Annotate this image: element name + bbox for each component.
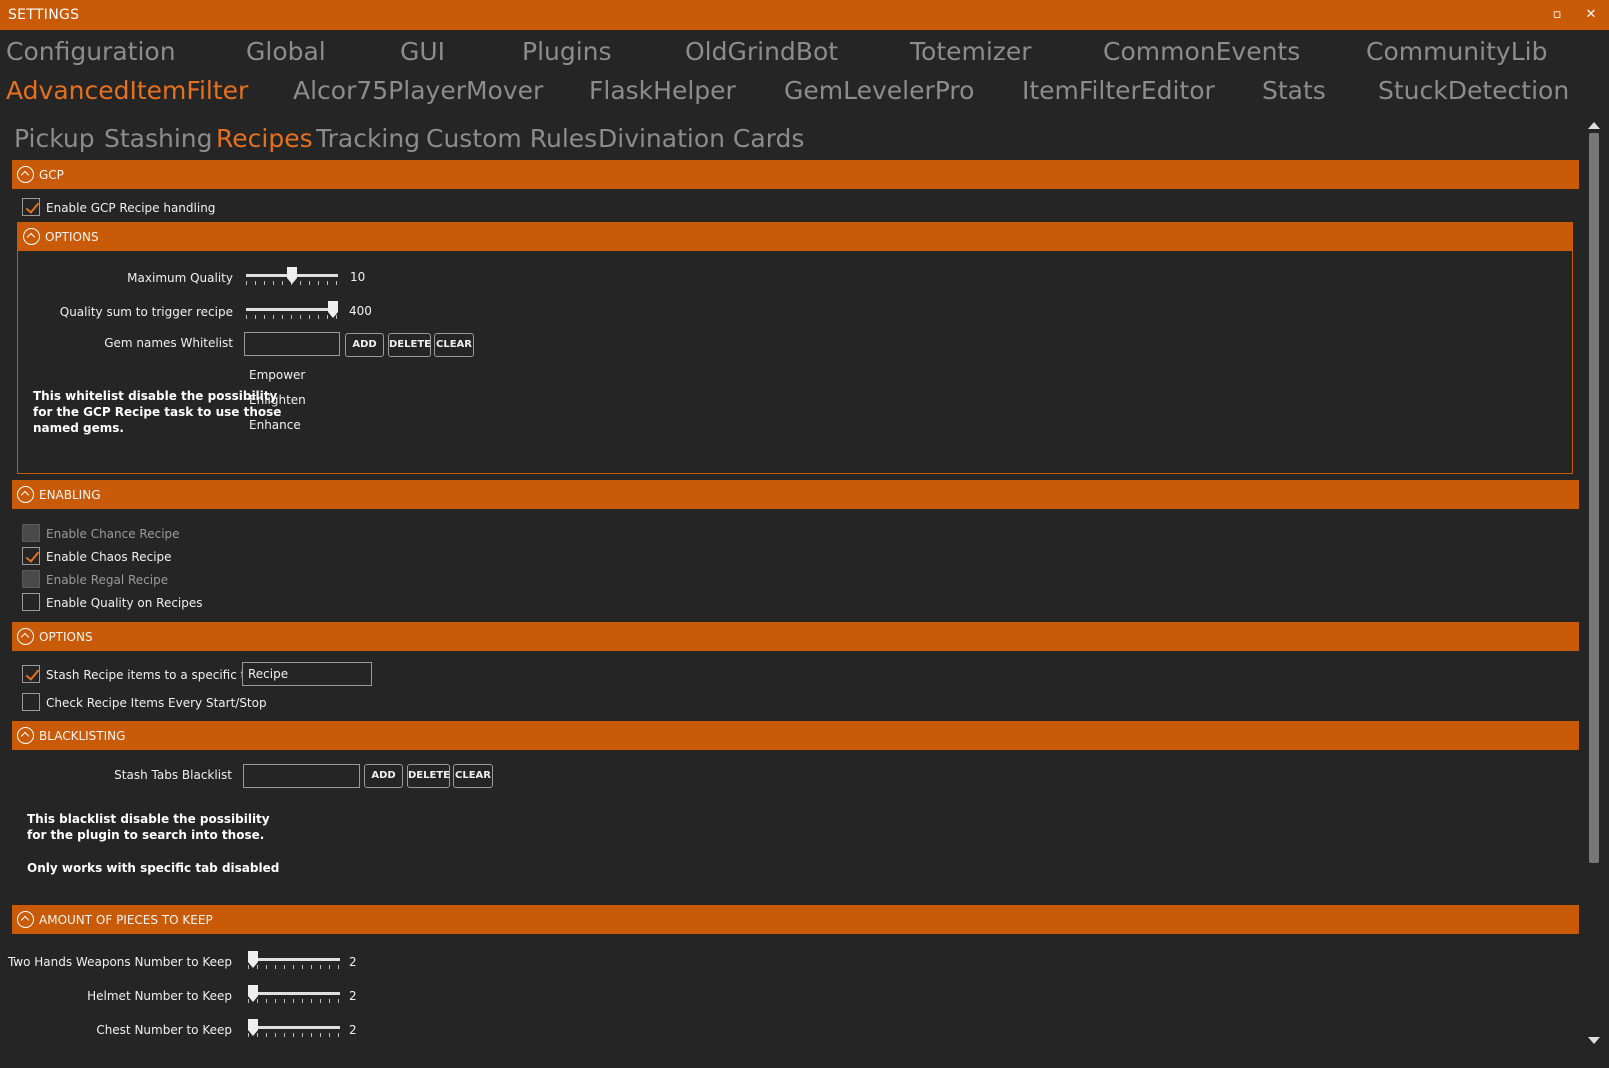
blacklist-note-specific-tab: Only works with specific tab disabled	[27, 861, 280, 875]
enable-chaos-recipe-label: Enable Chaos Recipe	[46, 550, 172, 564]
stash-tab-input[interactable]: Recipe	[242, 662, 372, 686]
chevron-up-icon[interactable]	[17, 911, 34, 928]
plugin-tab-itemfiltereditor[interactable]: ItemFilterEditor	[1022, 76, 1215, 106]
two-hands-value: 2	[349, 955, 357, 969]
maximize-icon[interactable]: ▫	[1546, 4, 1568, 26]
tab-pickup[interactable]: Pickup	[14, 124, 95, 154]
stash-tabs-blacklist-input[interactable]	[243, 764, 360, 788]
enable-quality-recipes-checkbox[interactable]	[22, 593, 40, 611]
quality-sum-slider[interactable]	[246, 301, 338, 323]
chevron-up-icon[interactable]	[17, 628, 34, 645]
plugin-tab-advanceditemfilter[interactable]: AdvancedItemFilter	[6, 76, 248, 106]
whitelist-add-button[interactable]: ADD	[345, 333, 384, 357]
whitelist-delete-button[interactable]: DELETE	[388, 333, 431, 357]
plugin-tab-gemlevelerpro[interactable]: GemLevelerPro	[784, 76, 974, 106]
quality-sum-value: 400	[349, 304, 372, 318]
check-recipe-items-checkbox[interactable]	[22, 693, 40, 711]
tab-recipes[interactable]: Recipes	[216, 124, 313, 154]
chevron-up-icon[interactable]	[17, 166, 34, 183]
plugin-tab-communitylib[interactable]: CommunityLib	[1366, 37, 1547, 67]
blacklist-add-button[interactable]: ADD	[364, 764, 403, 788]
blacklist-clear-button[interactable]: CLEAR	[453, 764, 493, 788]
tab-custom-rules[interactable]: Custom Rules	[426, 124, 597, 154]
chevron-up-icon[interactable]	[17, 486, 34, 503]
chest-value: 2	[349, 1023, 357, 1037]
plugin-tab-global[interactable]: Global	[246, 37, 326, 67]
plugin-tab-stats[interactable]: Stats	[1262, 76, 1326, 106]
tab-tracking[interactable]: Tracking	[316, 124, 420, 154]
tab-divination-cards[interactable]: Divination Cards	[598, 124, 804, 154]
window-title: SETTINGS	[8, 7, 80, 23]
chevron-up-icon[interactable]	[17, 727, 34, 744]
scrollbar-thumb[interactable]	[1589, 133, 1599, 863]
plugin-tab-stuckdetection[interactable]: StuckDetection	[1378, 76, 1569, 106]
chest-label: Chest Number to Keep	[96, 1023, 232, 1037]
max-quality-label: Maximum Quality	[127, 271, 233, 285]
two-hands-label: Two Hands Weapons Number to Keep	[7, 955, 232, 969]
gcp-options-header[interactable]: OPTIONS	[18, 222, 1572, 251]
quality-sum-label: Quality sum to trigger recipe	[59, 305, 233, 319]
stash-recipe-checkbox[interactable]	[22, 665, 40, 683]
blacklisting-section-header[interactable]: BLACKLISTING	[12, 721, 1579, 750]
whitelist-input[interactable]	[244, 332, 340, 356]
plugin-tab-oldgrindbot[interactable]: OldGrindBot	[685, 37, 838, 67]
whitelist-clear-button[interactable]: CLEAR	[434, 333, 474, 357]
chevron-up-icon[interactable]	[23, 228, 40, 245]
whitelist-label: Gem names Whitelist	[104, 336, 233, 350]
enable-chaos-recipe-checkbox[interactable]	[22, 547, 40, 565]
blacklist-delete-button[interactable]: DELETE	[407, 764, 450, 788]
enable-gcp-label: Enable GCP Recipe handling	[46, 201, 216, 215]
gcp-section-header[interactable]: GCP	[12, 160, 1579, 189]
blacklist-note: This blacklist disable the possibility f…	[27, 812, 270, 842]
whitelist-note: This whitelist disable the possibility f…	[33, 389, 282, 435]
pieces-section-header[interactable]: AMOUNT OF PIECES TO KEEP	[12, 905, 1579, 934]
chest-slider[interactable]	[248, 1019, 340, 1041]
plugin-tab-totemizer[interactable]: Totemizer	[910, 37, 1032, 67]
tab-stashing[interactable]: Stashing	[104, 124, 213, 154]
max-quality-slider[interactable]	[246, 267, 338, 289]
enable-quality-recipes-label: Enable Quality on Recipes	[46, 596, 203, 610]
enable-chance-recipe-label: Enable Chance Recipe	[46, 527, 180, 541]
two-hands-slider[interactable]	[248, 951, 340, 973]
enable-gcp-checkbox[interactable]	[22, 198, 40, 216]
plugin-tab-plugins[interactable]: Plugins	[522, 37, 612, 67]
check-recipe-items-label: Check Recipe Items Every Start/Stop	[46, 696, 267, 710]
scroll-down-icon[interactable]	[1588, 1037, 1600, 1044]
title-bar: SETTINGS ▫ ✕	[0, 0, 1609, 30]
vertical-scrollbar[interactable]	[1585, 118, 1603, 1048]
options-section-header[interactable]: OPTIONS	[12, 622, 1579, 651]
enable-regal-recipe-label: Enable Regal Recipe	[46, 573, 169, 587]
helmet-slider[interactable]	[248, 985, 340, 1007]
stash-recipe-label: Stash Recipe items to a specific tab	[46, 668, 261, 682]
close-icon[interactable]: ✕	[1580, 4, 1602, 26]
plugin-tab-commonevents[interactable]: CommonEvents	[1103, 37, 1300, 67]
plugin-tab-alcor75playermover[interactable]: Alcor75PlayerMover	[293, 76, 543, 106]
plugin-tab-configuration[interactable]: Configuration	[6, 37, 176, 67]
enable-regal-recipe-checkbox[interactable]	[22, 570, 40, 588]
plugin-tab-gui[interactable]: GUI	[400, 37, 445, 67]
max-quality-value: 10	[350, 270, 366, 284]
whitelist-item[interactable]: Empower	[249, 368, 305, 382]
helmet-label: Helmet Number to Keep	[87, 989, 232, 1003]
stash-tabs-blacklist-label: Stash Tabs Blacklist	[114, 768, 232, 782]
scroll-up-icon[interactable]	[1588, 122, 1600, 129]
enabling-section-header[interactable]: ENABLING	[12, 480, 1579, 509]
plugin-tab-flaskhelper[interactable]: FlaskHelper	[589, 76, 736, 106]
helmet-value: 2	[349, 989, 357, 1003]
enable-chance-recipe-checkbox[interactable]	[22, 524, 40, 542]
